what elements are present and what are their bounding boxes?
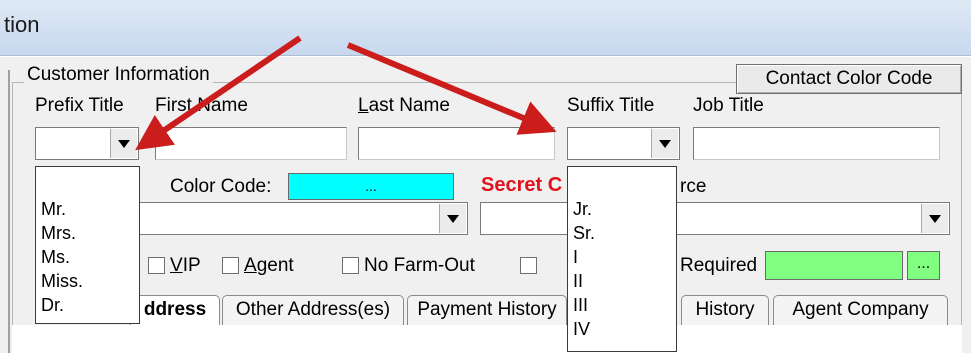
annotation-arrows [135, 35, 557, 151]
annotation-arrow-prefix [135, 35, 302, 151]
annotation-arrow-suffix [346, 42, 557, 135]
